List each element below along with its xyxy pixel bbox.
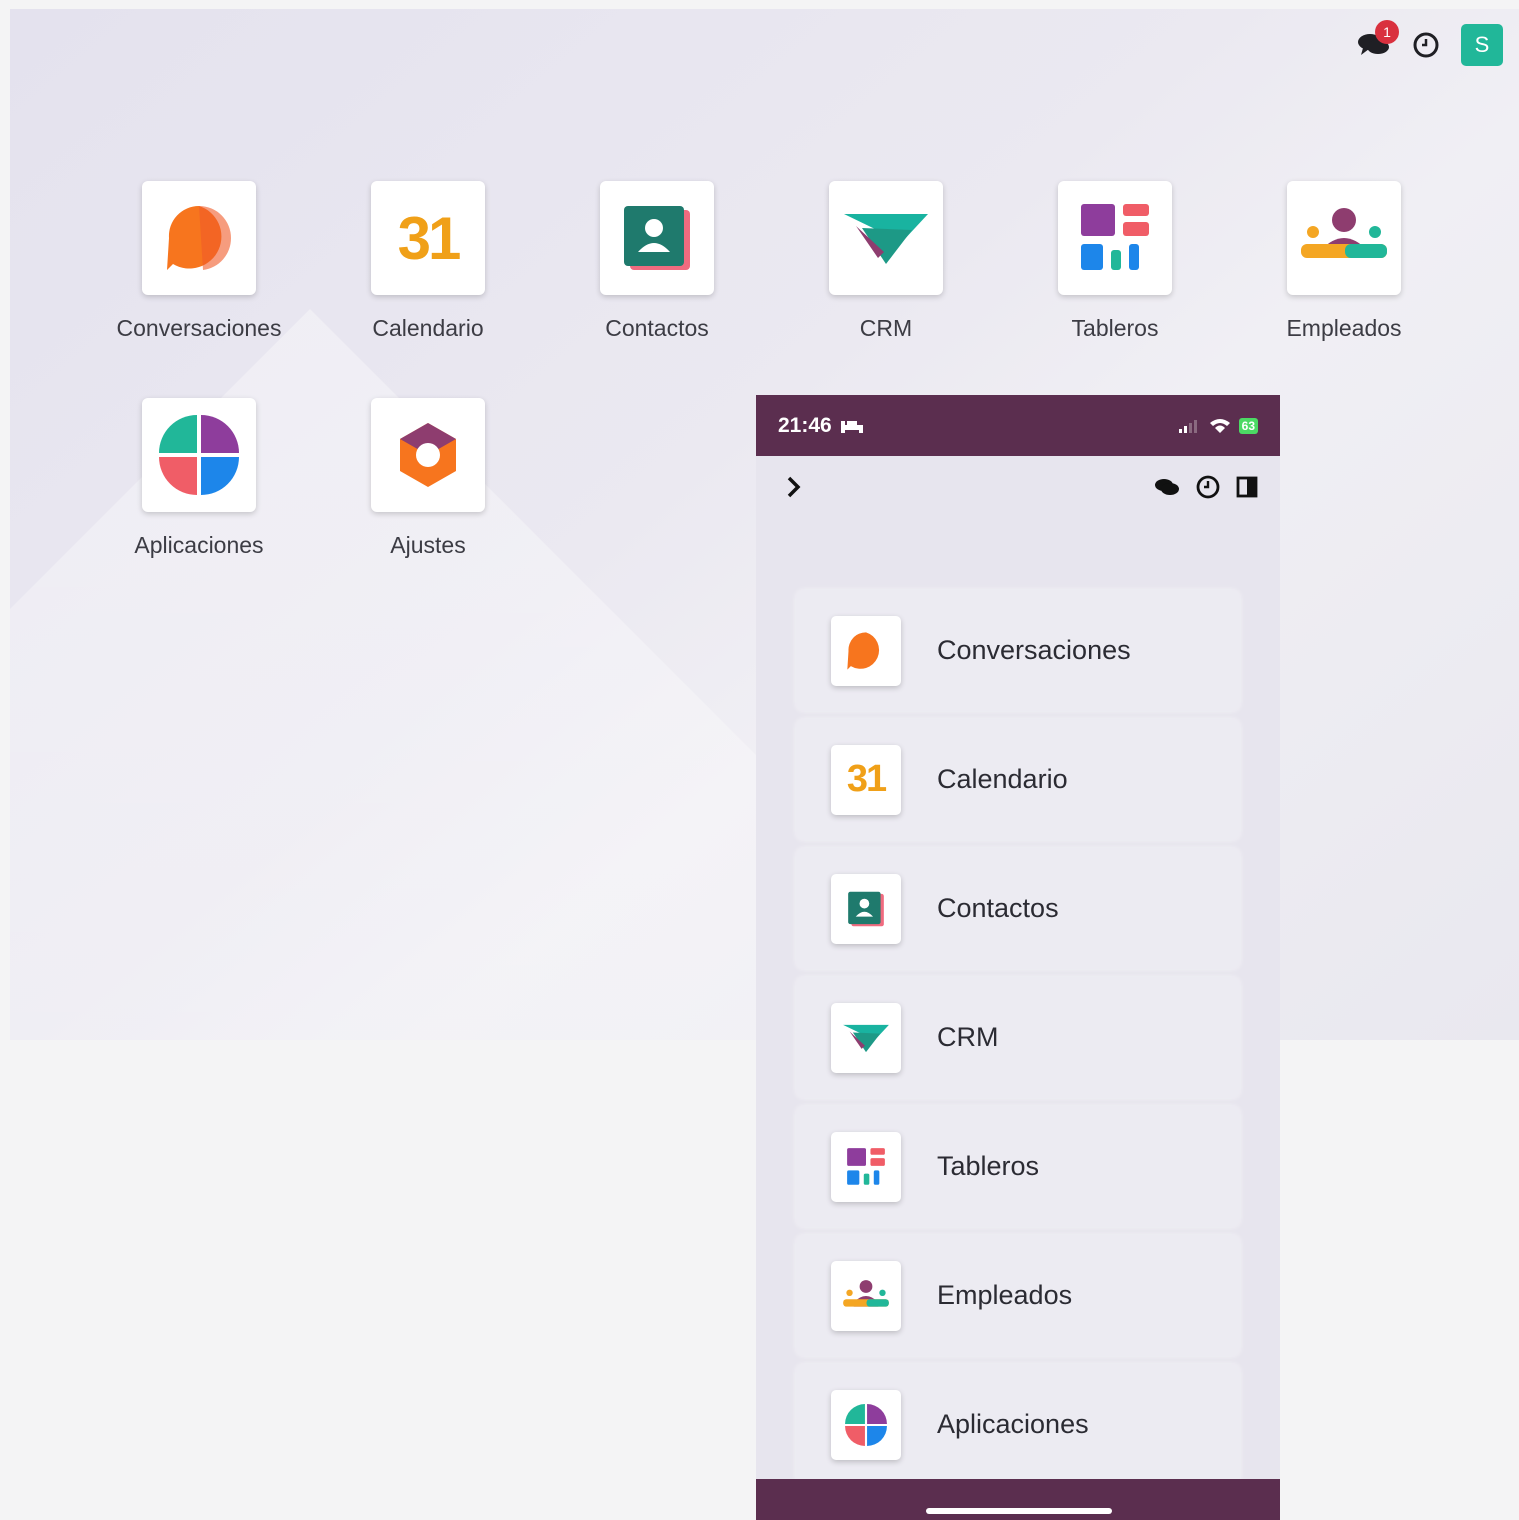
- crm-icon: [831, 1002, 901, 1073]
- apps-icon: [142, 398, 256, 512]
- calendar-icon: 31: [371, 181, 485, 295]
- user-avatar[interactable]: S: [1461, 24, 1503, 66]
- app-label: Aplicaciones: [134, 532, 264, 558]
- app-label: Tableros: [937, 1151, 1040, 1181]
- app-crm[interactable]: CRM: [786, 181, 986, 342]
- app-label: Conversaciones: [116, 315, 282, 341]
- discuss-icon: [142, 181, 256, 295]
- app-conversaciones[interactable]: Conversaciones: [99, 181, 299, 342]
- phone-app-aplicaciones[interactable]: Aplicaciones: [796, 1364, 1240, 1485]
- battery-indicator: 63: [1238, 417, 1258, 434]
- app-tableros[interactable]: Tableros: [1015, 181, 1215, 342]
- app-contactos[interactable]: Contactos: [557, 181, 757, 342]
- app-ajustes[interactable]: Ajustes: [328, 398, 528, 559]
- app-label: Tableros: [1071, 315, 1159, 341]
- desktop-topbar: 1 S: [1357, 20, 1503, 66]
- phone-navbar: [756, 456, 1280, 518]
- calendar-number: 31: [846, 758, 887, 800]
- dashboards-icon: [831, 1131, 901, 1202]
- phone-home-bar: [756, 1479, 1280, 1520]
- panel-toggle-icon[interactable]: [1236, 476, 1258, 498]
- phone-app-conversaciones[interactable]: Conversaciones: [796, 590, 1240, 711]
- app-label: Ajustes: [390, 532, 466, 558]
- activity-clock-icon[interactable]: [1196, 475, 1220, 499]
- chat-icon[interactable]: 1: [1357, 20, 1399, 60]
- calendar-number: 31: [397, 204, 462, 272]
- phone-app-calendario[interactable]: 31 Calendario: [796, 719, 1240, 840]
- notification-badge: 1: [1375, 20, 1399, 44]
- phone-app-list: Conversaciones 31 Calendario Contactos C…: [796, 590, 1240, 1493]
- phone-status-bar: 21:46 63: [756, 395, 1280, 456]
- app-label: CRM: [859, 315, 913, 341]
- phone-app-contactos[interactable]: Contactos: [796, 848, 1240, 969]
- phone-app-crm[interactable]: CRM: [796, 977, 1240, 1098]
- app-label: Aplicaciones: [937, 1409, 1089, 1439]
- sleep-icon: [840, 420, 863, 433]
- app-label: Calendario: [937, 764, 1068, 794]
- contacts-icon: [600, 181, 714, 295]
- phone-nav-icons: [1154, 475, 1258, 499]
- crm-icon: [829, 181, 943, 295]
- phone-screen: 21:46 63 Conversaciones 31 Calendario Co…: [756, 395, 1280, 1520]
- status-right: 63: [1178, 417, 1258, 434]
- app-empleados[interactable]: Empleados: [1244, 181, 1444, 342]
- status-time: 21:46: [778, 414, 864, 438]
- apps-icon: [831, 1389, 901, 1460]
- employees-icon: [831, 1260, 901, 1331]
- app-label: CRM: [937, 1022, 999, 1052]
- dashboards-icon: [1058, 181, 1172, 295]
- home-indicator[interactable]: [926, 1508, 1112, 1514]
- contacts-icon: [831, 873, 901, 944]
- calendar-icon: 31: [831, 744, 901, 815]
- app-label: Contactos: [937, 893, 1059, 923]
- app-label: Conversaciones: [937, 635, 1131, 665]
- time-text: 21:46: [778, 413, 832, 437]
- activity-clock-icon[interactable]: [1413, 32, 1439, 58]
- app-calendario[interactable]: 31 Calendario: [328, 181, 528, 342]
- app-label: Contactos: [605, 315, 709, 341]
- discuss-icon: [831, 615, 901, 686]
- employees-icon: [1287, 181, 1401, 295]
- wifi-icon: [1209, 418, 1230, 433]
- app-label: Empleados: [1286, 315, 1402, 341]
- app-label: Empleados: [937, 1280, 1073, 1310]
- app-label: Calendario: [372, 315, 484, 341]
- settings-icon: [371, 398, 485, 512]
- phone-app-empleados[interactable]: Empleados: [796, 1235, 1240, 1356]
- phone-app-tableros[interactable]: Tableros: [796, 1106, 1240, 1227]
- signal-icon: [1178, 419, 1197, 433]
- chat-icon[interactable]: [1154, 476, 1180, 498]
- app-aplicaciones[interactable]: Aplicaciones: [99, 398, 299, 559]
- chevron-right-icon[interactable]: [786, 475, 802, 499]
